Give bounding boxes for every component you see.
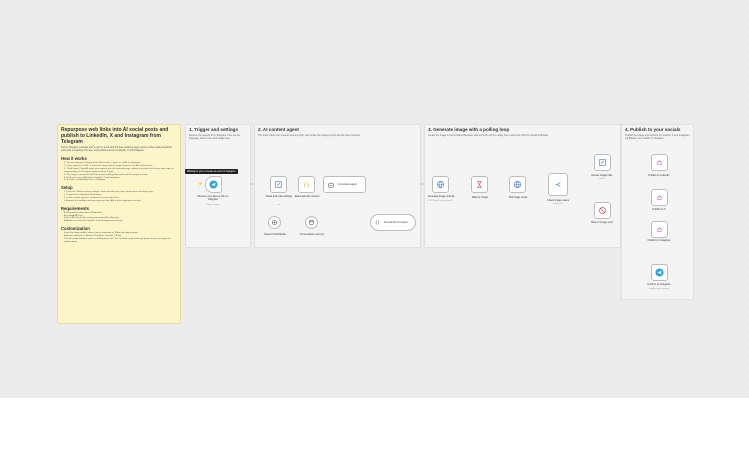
edit-icon [599,159,606,166]
publish-instagram-node[interactable] [651,221,668,238]
globe-icon [437,181,444,189]
section-title: 4. Publish to your socials [625,127,681,132]
publish-x-node[interactable] [651,189,668,206]
node-label: Receive your idea or link on Telegram [197,195,229,201]
node-label: Publish to LinkedIn [648,174,670,177]
globe-icon [514,181,521,189]
requirement-item: A Blotato account with LinkedIn, X and I… [64,220,123,223]
pencil-icon [275,181,282,188]
how-title: How it works [61,156,87,162]
generate-image-node[interactable] [432,176,449,193]
node-label: Confirm on Telegram [647,283,671,286]
section-title: 2. AI content agent [258,127,299,132]
blotato-icon [656,195,663,201]
sticky-note[interactable]: Repurpose web links into AI social posts… [57,124,181,324]
sticky-title: Repurpose web links into AI social posts… [61,127,169,145]
telegram-icon [655,268,664,277]
braces-icon: {} [375,220,381,225]
node-sublabel: Telegram trigger [206,204,220,206]
setup-title: Setup [61,185,73,191]
node-sublabel: POST: https://api.kie.ai/api/v1/... [427,200,455,202]
node-label: AI content agent [338,183,357,186]
requirements-title: Requirements [61,205,89,211]
section-title: 1. Trigger and settings [189,127,239,132]
hourglass-icon [477,181,482,188]
node-sublabel: extract [599,178,605,180]
section-subtitle: Receive the request from Telegram, then … [189,134,240,140]
robot-icon [328,181,334,188]
customization-item: The link reader handles articles and blo… [64,237,171,243]
wait-node[interactable] [471,176,488,193]
node-label: Generate image (Kie.ai) [427,195,455,198]
stop-icon [599,207,606,214]
section-subtitle: The brain reads your request (and any li… [258,134,361,137]
blotato-icon [656,227,663,233]
database-icon [309,220,314,225]
ai-agent-node[interactable]: AI content agent [323,176,366,193]
customization-title: Customization [61,226,90,232]
telegram-trigger-node[interactable] [205,176,222,193]
svg-text:{}: {} [375,220,381,225]
chat-model-node[interactable] [268,216,281,229]
section-subtitle: Create the image in Kie.ai (Nano Banana)… [428,134,549,137]
node-label: Extract image URL [591,174,613,177]
node-sublabel: set [277,204,281,206]
blotato-icon [656,160,663,166]
node-sublabel: routing rules [552,203,564,205]
node-label: Publish to Instagram [647,239,671,242]
node-label: Publish to X [652,208,666,211]
memory-node[interactable] [305,216,318,229]
section-title: 3. Generate image with a polling loop [428,127,510,132]
node-label: Format the AI output [384,220,408,224]
telegram-icon [209,180,218,189]
how-step: 6. You get a confirmation back in Telegr… [64,179,106,182]
poll-image-node[interactable] [509,176,526,193]
node-label: Wait for image [471,196,489,199]
switch-icon [555,182,561,187]
trigger-tooltip: Waiting for you to create an event in Te… [185,169,238,174]
extract-url-node[interactable] [594,154,611,171]
openai-icon [272,220,277,225]
trigger-bolt-icon: ⚡ [198,181,203,186]
node-sublabel: sendMessage: message [648,288,670,290]
format-output-node[interactable]: {} Format the AI output [370,214,416,231]
setup-step: 4. Activate the workflow and message you… [64,199,142,202]
publish-linkedin-node[interactable] [651,154,668,171]
section-subtitle: Publish the image and captions to Linked… [625,134,690,140]
sticky-intro: Send a Telegram message with a topic or … [61,147,172,153]
node-label: OpenAI Chat Model [264,233,286,236]
svg-text:{}: {} [303,182,309,188]
settings-node[interactable] [270,176,287,193]
check-status-node[interactable] [548,173,568,196]
node-label: Read web link content [294,195,320,198]
confirm-telegram-node[interactable] [651,264,668,281]
node-label: Stop on image error [590,221,614,224]
node-label: Check image status [547,199,569,202]
web-fetch-node[interactable]: {} [298,176,315,193]
stop-error-node[interactable] [594,202,611,219]
node-label: Poll image result [508,196,528,199]
braces-icon: {} [303,182,309,188]
node-label: Conversation memory [299,233,325,236]
workflow-canvas[interactable]: Repurpose web links into AI social posts… [0,0,749,398]
